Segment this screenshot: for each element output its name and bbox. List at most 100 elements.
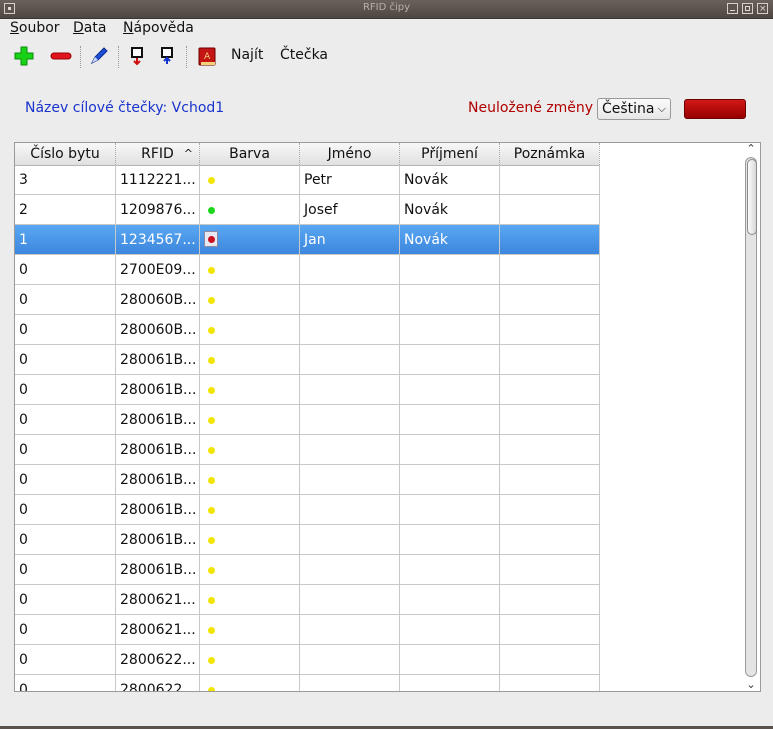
cell-cislo-bytu[interactable]: 0	[15, 375, 116, 405]
table-row[interactable]: 0 280061B...	[15, 435, 600, 465]
cell-rfid[interactable]: 2800622...	[116, 675, 200, 691]
cell-barva[interactable]	[200, 345, 300, 375]
cell-cislo-bytu[interactable]: 0	[15, 585, 116, 615]
table-row[interactable]: 0 280061B...	[15, 345, 600, 375]
cell-prijmeni[interactable]	[400, 285, 500, 315]
cell-prijmeni[interactable]	[400, 555, 500, 585]
cell-barva[interactable]	[200, 465, 300, 495]
cell-cislo-bytu[interactable]: 1	[15, 225, 116, 255]
cell-prijmeni[interactable]: Novák	[400, 225, 500, 255]
cell-jmeno[interactable]: Petr	[300, 165, 400, 195]
cell-barva[interactable]	[200, 645, 300, 675]
cell-jmeno[interactable]	[300, 555, 400, 585]
cell-rfid[interactable]: 280060B...	[116, 285, 200, 315]
cell-barva[interactable]	[200, 375, 300, 405]
color-picker-box[interactable]	[204, 231, 218, 247]
table-row[interactable]: 0 280061B...	[15, 555, 600, 585]
cell-barva[interactable]	[200, 585, 300, 615]
cell-poznamka[interactable]	[500, 585, 600, 615]
cell-cislo-bytu[interactable]: 0	[15, 285, 116, 315]
cell-cislo-bytu[interactable]: 0	[15, 435, 116, 465]
cell-poznamka[interactable]	[500, 465, 600, 495]
scrollbar-thumb[interactable]	[747, 159, 757, 235]
cell-poznamka[interactable]	[500, 495, 600, 525]
cell-prijmeni[interactable]	[400, 255, 500, 285]
cell-barva[interactable]	[200, 195, 300, 225]
cell-cislo-bytu[interactable]: 0	[15, 345, 116, 375]
cell-cislo-bytu[interactable]: 0	[15, 615, 116, 645]
cell-jmeno[interactable]: Jan	[300, 225, 400, 255]
cell-prijmeni[interactable]	[400, 345, 500, 375]
minimize-button[interactable]	[727, 3, 738, 14]
cell-jmeno[interactable]	[300, 465, 400, 495]
cell-poznamka[interactable]	[500, 375, 600, 405]
table-row[interactable]: 0 2800621...	[15, 615, 600, 645]
column-header-rfid[interactable]: RFID ^	[116, 143, 200, 165]
reader-upload-button[interactable]	[157, 44, 177, 70]
cell-rfid[interactable]: 2800621...	[116, 585, 200, 615]
table-row[interactable]: 0 280061B...	[15, 495, 600, 525]
cell-poznamka[interactable]	[500, 225, 600, 255]
cell-jmeno[interactable]	[300, 345, 400, 375]
cell-jmeno[interactable]: Josef	[300, 195, 400, 225]
menu-soubor[interactable]: Soubor	[10, 20, 60, 36]
language-select[interactable]: Čeština ⌵	[597, 98, 671, 120]
cell-jmeno[interactable]	[300, 585, 400, 615]
cell-rfid[interactable]: 2700E09...	[116, 255, 200, 285]
cell-barva[interactable]	[200, 525, 300, 555]
cell-jmeno[interactable]	[300, 315, 400, 345]
cell-prijmeni[interactable]	[400, 465, 500, 495]
table-row[interactable]: 0 2800622...	[15, 675, 600, 691]
column-header-poznamka[interactable]: Poznámka	[500, 143, 600, 165]
cell-rfid[interactable]: 280061B...	[116, 495, 200, 525]
save-changes-button[interactable]	[684, 99, 746, 119]
cell-prijmeni[interactable]	[400, 675, 500, 691]
table-row[interactable]: 0 280060B...	[15, 285, 600, 315]
cell-prijmeni[interactable]	[400, 495, 500, 525]
table-row[interactable]: 0 2700E09...	[15, 255, 600, 285]
cell-poznamka[interactable]	[500, 405, 600, 435]
table-row[interactable]: 0 280060B...	[15, 315, 600, 345]
cell-poznamka[interactable]	[500, 435, 600, 465]
cell-prijmeni[interactable]	[400, 645, 500, 675]
scroll-down-button[interactable]: ⌄	[742, 679, 760, 691]
cell-poznamka[interactable]	[500, 525, 600, 555]
cell-cislo-bytu[interactable]: 0	[15, 255, 116, 285]
column-header-cislo-bytu[interactable]: Číslo bytu	[15, 143, 116, 165]
reader-button[interactable]: Čtečka	[280, 47, 328, 63]
cell-poznamka[interactable]	[500, 255, 600, 285]
cell-barva[interactable]	[200, 615, 300, 645]
cell-barva[interactable]	[200, 435, 300, 465]
cell-prijmeni[interactable]: Novák	[400, 165, 500, 195]
cell-cislo-bytu[interactable]: 0	[15, 525, 116, 555]
table-row[interactable]: 0 2800621...	[15, 585, 600, 615]
cell-rfid[interactable]: 280061B...	[116, 525, 200, 555]
column-header-prijmeni[interactable]: Příjmení	[400, 143, 500, 165]
cell-prijmeni[interactable]	[400, 525, 500, 555]
cell-cislo-bytu[interactable]: 2	[15, 195, 116, 225]
table-row[interactable]: 3 1112221... Petr Novák	[15, 165, 600, 195]
add-button[interactable]	[12, 44, 36, 70]
cell-poznamka[interactable]	[500, 645, 600, 675]
cell-barva[interactable]	[200, 405, 300, 435]
cell-prijmeni[interactable]	[400, 405, 500, 435]
column-header-barva[interactable]: Barva	[200, 143, 300, 165]
cell-poznamka[interactable]	[500, 285, 600, 315]
cell-rfid[interactable]: 280061B...	[116, 555, 200, 585]
cell-rfid[interactable]: 1112221...	[116, 165, 200, 195]
cell-cislo-bytu[interactable]: 0	[15, 675, 116, 691]
cell-jmeno[interactable]	[300, 495, 400, 525]
cell-barva[interactable]	[200, 315, 300, 345]
cell-rfid[interactable]: 2800621...	[116, 615, 200, 645]
find-button[interactable]: Najít	[231, 47, 263, 63]
cell-jmeno[interactable]	[300, 435, 400, 465]
cell-jmeno[interactable]	[300, 525, 400, 555]
edit-button[interactable]	[89, 44, 111, 70]
cell-rfid[interactable]: 280061B...	[116, 465, 200, 495]
table-row[interactable]: 0 280061B...	[15, 465, 600, 495]
cell-poznamka[interactable]	[500, 555, 600, 585]
cell-rfid[interactable]: 280061B...	[116, 375, 200, 405]
cell-cislo-bytu[interactable]: 0	[15, 645, 116, 675]
cell-rfid[interactable]: 2800622...	[116, 645, 200, 675]
cell-poznamka[interactable]	[500, 675, 600, 691]
